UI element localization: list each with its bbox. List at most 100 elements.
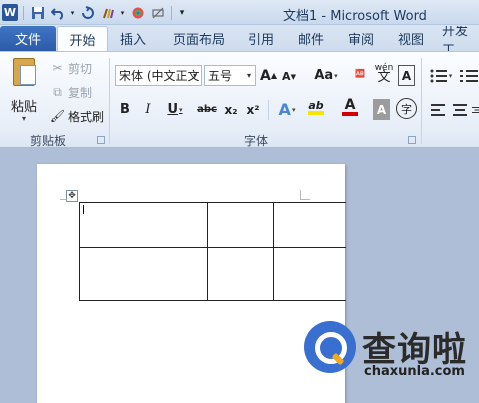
numbering-icon: [460, 69, 478, 82]
clipboard-launcher-icon[interactable]: [97, 136, 105, 144]
bullets-button[interactable]: ▾: [428, 65, 454, 86]
underline-button[interactable]: U ▾: [163, 99, 187, 120]
document-table[interactable]: [79, 202, 346, 301]
ribbon: 粘贴 ▾ ✂ 剪切 ⧉ 复制 🖌 格式刷 剪贴板 宋体 (中文正文 ▾ 五号 ▾…: [0, 51, 479, 148]
table-move-handle-icon[interactable]: ✥: [66, 190, 78, 202]
watermark: 查询啦 chaxunla.com: [300, 318, 479, 403]
chevron-down-icon[interactable]: ▾: [243, 66, 255, 85]
font-launcher-icon[interactable]: [408, 136, 416, 144]
title-bar: W ▾ ▾ ▾ 文档1 - Microsoft Word: [0, 0, 479, 25]
tab-home[interactable]: 开始: [57, 26, 108, 51]
tab-review[interactable]: 审阅: [340, 26, 382, 51]
font-color-label: A: [344, 97, 356, 113]
subscript-button[interactable]: x₂: [222, 99, 240, 120]
bullets-icon: [430, 69, 447, 82]
paste-label: 粘贴: [11, 100, 38, 115]
copy-button[interactable]: ⧉ 复制: [50, 82, 92, 102]
italic-button[interactable]: I: [140, 99, 156, 120]
tab-insert[interactable]: 插入: [112, 26, 154, 51]
window-title: 文档1 - Microsoft Word: [283, 9, 427, 24]
font-name-combo[interactable]: 宋体 (中文正文 ▾: [115, 65, 202, 86]
tab-developer[interactable]: 开发工: [442, 26, 479, 51]
group-divider: [109, 58, 110, 144]
table-cell[interactable]: [207, 202, 274, 248]
table-cell[interactable]: [207, 247, 274, 301]
align-right-button[interactable]: [472, 99, 479, 120]
format-painter-button[interactable]: 🖌 格式刷: [50, 106, 104, 126]
customize-icon[interactable]: ▾: [177, 4, 187, 21]
format-painter-icon[interactable]: [99, 4, 116, 21]
change-case-button[interactable]: Aa ▾: [312, 65, 340, 86]
watermark-url: chaxunla.com: [364, 364, 465, 379]
phonetic-guide-button[interactable]: wén 文: [374, 62, 394, 85]
grow-font-label: A: [260, 67, 271, 84]
copy-label: 复制: [68, 85, 93, 100]
clipboard-group-label: 剪贴板: [29, 134, 66, 148]
font-size-combo[interactable]: 五号 ▾: [204, 65, 256, 86]
align-left-icon: [431, 103, 445, 116]
word-app-icon[interactable]: W: [2, 4, 18, 21]
phonetic-char: 文: [377, 69, 391, 85]
align-center-icon: [453, 103, 467, 116]
bold-button[interactable]: B: [117, 99, 133, 120]
cut-button[interactable]: ✂ 剪切: [50, 58, 92, 78]
qat-separator: [23, 5, 24, 20]
font-color-button[interactable]: A: [337, 97, 363, 118]
strikethrough-button[interactable]: abc: [196, 99, 218, 120]
tab-file[interactable]: 文件: [0, 26, 56, 51]
ribbon-tabs: 文件 开始 插入 页面布局 引用 邮件 审阅 视图 开发工: [0, 25, 479, 51]
table-row: [79, 202, 346, 248]
font-name-value: 宋体 (中文正文: [119, 69, 200, 83]
redo-icon[interactable]: [79, 4, 96, 21]
tab-page-layout[interactable]: 页面布局: [164, 26, 234, 51]
qat-dropdown-icon[interactable]: ▾: [119, 4, 126, 21]
superscript-button[interactable]: x²: [244, 99, 262, 120]
text-cursor: [83, 205, 84, 214]
numbering-button[interactable]: [460, 65, 479, 86]
highlight-button[interactable]: ab: [303, 97, 329, 118]
clipboard-icon: [13, 58, 36, 86]
group-divider: [421, 58, 422, 144]
clear-icon[interactable]: [149, 4, 166, 21]
table-cell[interactable]: [79, 247, 208, 301]
highlight-label: ab: [308, 99, 324, 112]
clear-format-icon: 🆎: [355, 69, 365, 78]
qat-separator: [171, 5, 172, 20]
format-painter-label: 格式刷: [68, 109, 105, 124]
color-icon[interactable]: [129, 4, 146, 21]
clear-format-button[interactable]: 🆎: [350, 63, 370, 84]
char-shading-button[interactable]: A: [373, 99, 390, 120]
table-cell[interactable]: [79, 202, 208, 248]
char-border-button[interactable]: A: [398, 65, 415, 86]
align-left-button[interactable]: [428, 99, 448, 120]
paste-dropdown-icon[interactable]: ▾: [22, 114, 26, 123]
tab-view[interactable]: 视图: [390, 26, 432, 51]
copy-icon: ⧉: [53, 84, 62, 99]
table-row: [79, 247, 346, 301]
shrink-font-label: A: [282, 70, 291, 83]
grow-font-button[interactable]: A ▲: [260, 65, 277, 86]
change-case-label: Aa: [314, 68, 334, 83]
margin-marker: [300, 190, 310, 200]
font-size-value: 五号: [208, 69, 233, 83]
chevron-down-icon[interactable]: ▾: [189, 66, 201, 85]
save-icon[interactable]: [29, 4, 46, 21]
table-cell[interactable]: [273, 247, 346, 301]
font-color-swatch: [342, 112, 358, 116]
table-cell[interactable]: [273, 202, 346, 248]
text-effect-label: A: [278, 100, 291, 119]
undo-icon[interactable]: [49, 4, 66, 21]
quick-access-toolbar: W ▾ ▾ ▾: [2, 3, 187, 22]
tab-references[interactable]: 引用: [240, 26, 282, 51]
font-group-label: 字体: [243, 134, 268, 148]
paste-button[interactable]: 粘贴 ▾: [6, 56, 46, 126]
undo-dropdown-icon[interactable]: ▾: [69, 4, 76, 21]
underline-label: U: [167, 102, 179, 117]
tab-mailings[interactable]: 邮件: [290, 26, 332, 51]
align-center-button[interactable]: [450, 99, 470, 120]
cut-label: 剪切: [68, 61, 93, 76]
shrink-font-button[interactable]: A ▼: [281, 66, 297, 87]
brush-icon: 🖌: [49, 109, 66, 123]
enclose-char-button[interactable]: 字: [396, 98, 417, 119]
text-effect-button[interactable]: A ▾: [274, 99, 300, 120]
